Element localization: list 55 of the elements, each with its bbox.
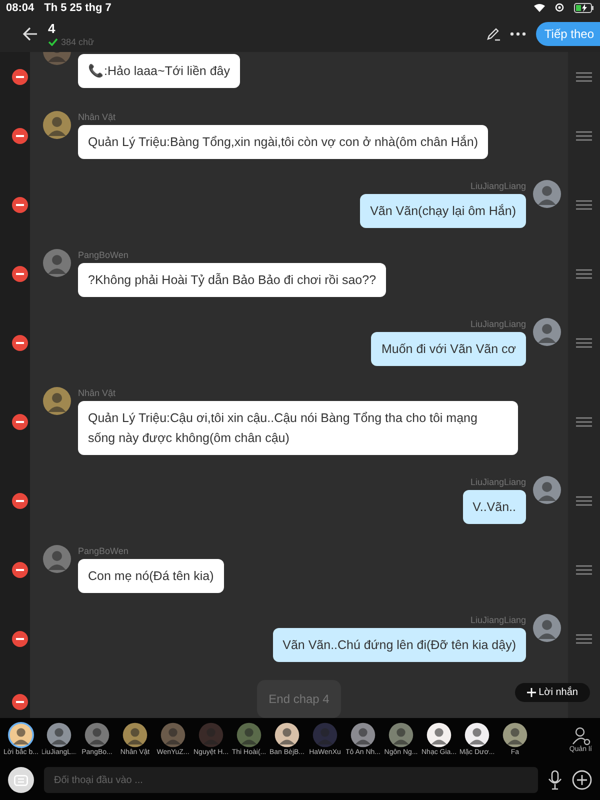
message-bubble: Vãn Vãn..Chú đứng lên đi(Đỡ tên kia dậy) (272, 628, 526, 662)
more-icon[interactable] (510, 32, 526, 36)
chapter-title: 4 (48, 20, 56, 36)
system-message: End chap 4 (256, 680, 342, 718)
note-button[interactable]: Lời nhắn (514, 683, 590, 702)
add-icon[interactable] (572, 770, 592, 790)
sender-name: LiuJiangLiang (470, 318, 526, 329)
drag-handle-icon[interactable] (576, 417, 592, 428)
message-bubble: Quản Lý Triệu:Bàng Tổng,xin ngài,tôi còn vợ con ở nhà(ôm chân Hắn) (78, 124, 488, 159)
sender-name: PangBoWen (78, 546, 128, 556)
delete-icon[interactable] (12, 128, 28, 144)
word-count: 384 chữ (61, 36, 94, 47)
wifi-icon (534, 3, 545, 12)
status-date: Th 5 25 thg 7 (44, 2, 112, 14)
message-bubble: ?Không phải Hoài Tỷ dẫn Bảo Bảo đi chơi rồi sao?? (78, 262, 386, 297)
sender-name: Nhân Vật (78, 112, 116, 122)
chat-mode-button[interactable] (8, 767, 34, 794)
delete-icon[interactable] (12, 562, 28, 578)
chat-icon (14, 774, 28, 786)
check-icon (48, 38, 58, 46)
delete-icon[interactable] (12, 631, 28, 648)
back-button[interactable] (22, 26, 38, 42)
drag-handle-icon[interactable] (576, 565, 592, 576)
delete-icon[interactable] (12, 493, 28, 510)
status-time: 08:04 (6, 2, 34, 14)
drag-handle-icon[interactable] (576, 338, 592, 348)
drag-handle-icon[interactable] (576, 72, 592, 82)
message-bubble: Vãn Vãn(chạy lại ôm Hắn) (360, 194, 526, 228)
sender-name: LiuJiangLiang (470, 614, 526, 625)
message-bubble: V..Vãn.. (462, 490, 526, 524)
delete-icon[interactable] (12, 197, 28, 214)
delete-icon[interactable] (12, 266, 28, 282)
drag-handle-icon[interactable] (576, 200, 592, 210)
message-bubble: Muốn đi với Vãn Vãn cơ (371, 332, 526, 366)
battery-icon (574, 2, 594, 13)
delete-icon[interactable] (12, 414, 28, 430)
dialogue-input[interactable]: Đối thoại đầu vào ... (44, 767, 538, 794)
drag-handle-icon[interactable] (576, 496, 592, 506)
user-settings-icon[interactable] (570, 726, 591, 746)
drag-handle-icon[interactable] (576, 131, 592, 142)
plus-icon (526, 688, 536, 698)
microphone-icon[interactable] (548, 770, 562, 790)
sender-name: PangBoWen (78, 250, 128, 260)
message-bubble: Con mẹ nó(Đá tên kia) (78, 558, 224, 593)
sender-name: LiuJiangLiang (470, 180, 526, 191)
drag-handle-icon[interactable] (576, 269, 592, 280)
message-bubble: 📞:Hảo laaa~Tới liền đây (78, 54, 240, 88)
edit-icon[interactable] (486, 26, 500, 41)
delete-icon[interactable] (12, 335, 28, 352)
delete-icon[interactable] (12, 68, 28, 85)
message-bubble: Quản Lý Triệu:Cậu ơi,tôi xin cậu..Cậu nói Bàng Tổng tha cho tôi mạng sống này được không(ôm chân cậu) (78, 400, 518, 455)
delete-icon[interactable] (12, 694, 28, 710)
drag-handle-icon[interactable] (576, 634, 592, 644)
sender-name: LiuJiangLiang (470, 476, 526, 487)
sender-name: Nhân Vật (78, 388, 116, 398)
